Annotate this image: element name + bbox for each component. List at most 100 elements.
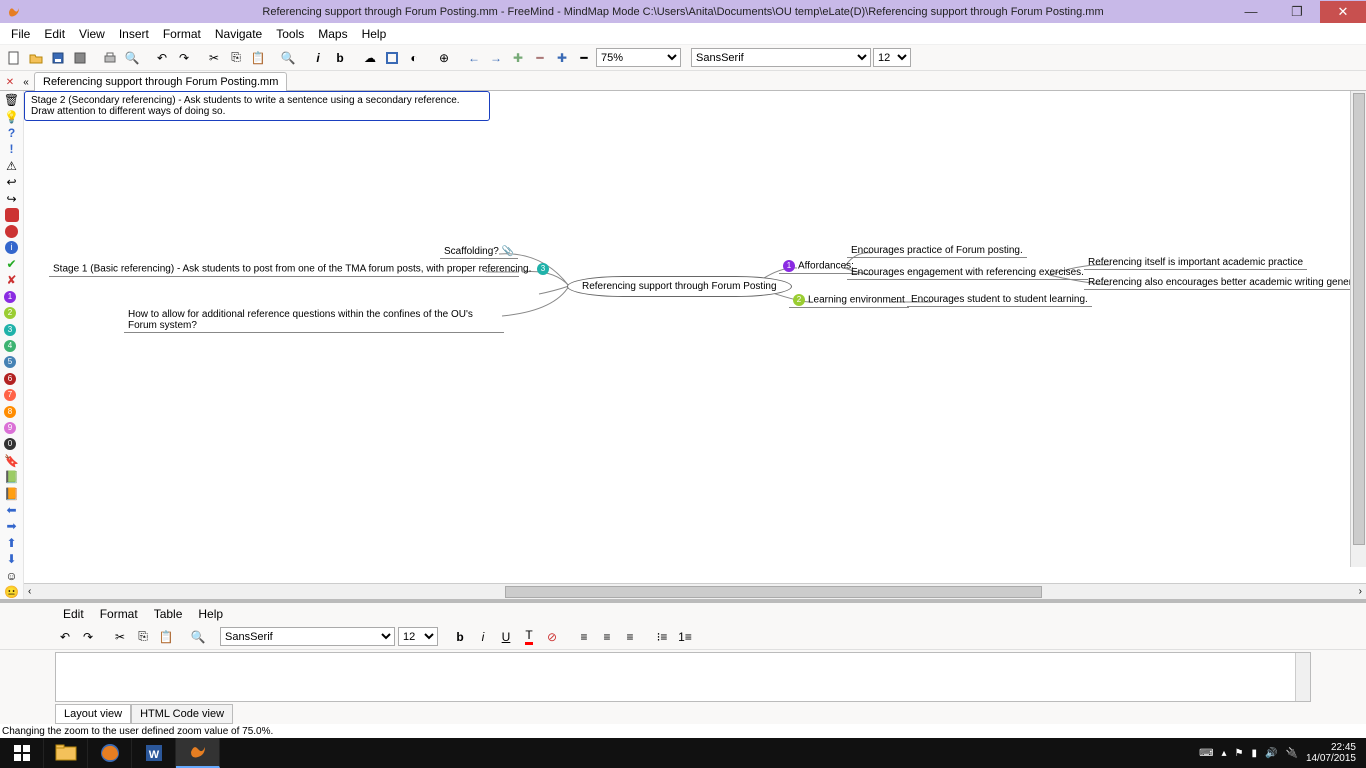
node-a21[interactable]: Referencing itself is important academic…	[1084, 256, 1307, 270]
prio7-icon[interactable]: 7	[3, 388, 21, 402]
editor-redo-icon[interactable]: ↷	[78, 627, 98, 647]
important-icon[interactable]: !	[3, 142, 21, 156]
warning-icon[interactable]: ⚠	[3, 159, 21, 173]
editor-clear-icon[interactable]: ⊘	[542, 627, 562, 647]
cloud-icon[interactable]: ☁	[360, 48, 380, 68]
start-button[interactable]	[0, 738, 44, 768]
editor-menu-help[interactable]: Help	[190, 607, 231, 621]
tray-time[interactable]: 22:45	[1306, 742, 1356, 753]
prio9-icon[interactable]: 9	[3, 421, 21, 435]
prio2-icon[interactable]: 2	[3, 306, 21, 320]
maximize-button[interactable]: ❐	[1274, 1, 1320, 23]
flag2-icon[interactable]: 📗	[3, 470, 21, 484]
node-stage1[interactable]: Stage 1 (Basic referencing) - Ask studen…	[49, 262, 519, 277]
editor-copy-icon[interactable]: ⎘	[133, 627, 153, 647]
prio1-icon[interactable]: 1	[3, 290, 21, 304]
help-icon[interactable]: ?	[3, 126, 21, 140]
info-icon[interactable]: i	[3, 241, 21, 255]
menu-navigate[interactable]: Navigate	[208, 27, 269, 41]
redo-icon[interactable]: ↷	[174, 48, 194, 68]
explorer-taskbar-icon[interactable]	[44, 738, 88, 768]
tray-up-icon[interactable]: ▴	[1222, 748, 1227, 759]
print-icon[interactable]	[100, 48, 120, 68]
preview-icon[interactable]: 🔍	[122, 48, 142, 68]
undo-icon[interactable]: ↶	[152, 48, 172, 68]
arrow-right-icon[interactable]: →	[486, 48, 506, 68]
save-icon[interactable]	[48, 48, 68, 68]
canvas-hscroll[interactable]: ‹›	[24, 583, 1366, 599]
saveas-icon[interactable]	[70, 48, 90, 68]
node-stage2-selected[interactable]: Stage 2 (Secondary referencing) - Ask st…	[24, 91, 490, 121]
editor-size-select[interactable]: 12	[398, 627, 438, 646]
bulb-icon[interactable]: 💡	[3, 109, 21, 123]
font-select[interactable]: SansSerif	[691, 48, 871, 67]
node-scaffolding[interactable]: Scaffolding? 📎	[440, 245, 518, 259]
editor-bullet-icon[interactable]: ⁝≡	[652, 627, 672, 647]
flag3-icon[interactable]: 📙	[3, 486, 21, 500]
menu-edit[interactable]: Edit	[37, 27, 72, 41]
node-remove-icon[interactable]: ━	[530, 48, 550, 68]
node-hold-icon[interactable]: ━	[574, 48, 594, 68]
tab-layout-view[interactable]: Layout view	[55, 704, 131, 724]
arrow-d-icon[interactable]: ⬇	[3, 552, 21, 566]
node-learning[interactable]: 2Learning environment	[789, 293, 909, 308]
volume-icon[interactable]: 🔊	[1265, 748, 1277, 759]
menu-help[interactable]: Help	[355, 27, 394, 41]
node-add-icon[interactable]: ✚	[508, 48, 528, 68]
prio6-icon[interactable]: 6	[3, 372, 21, 386]
menu-view[interactable]: View	[72, 27, 112, 41]
editor-alignc-icon[interactable]: ≡	[597, 627, 617, 647]
editor-undo-icon[interactable]: ↶	[55, 627, 75, 647]
editor-numlist-icon[interactable]: 1≡	[675, 627, 695, 647]
editor-italic-icon[interactable]: i	[473, 627, 493, 647]
prio5-icon[interactable]: 5	[3, 355, 21, 369]
copy-icon[interactable]: ⎘	[226, 48, 246, 68]
action-center-icon[interactable]: ⚑	[1235, 748, 1244, 759]
italic-icon[interactable]: i	[308, 48, 328, 68]
editor-menu-edit[interactable]: Edit	[55, 607, 92, 621]
node-a1[interactable]: Encourages practice of Forum posting.	[847, 244, 1027, 258]
flag1-icon[interactable]: 🔖	[3, 454, 21, 468]
blend-icon[interactable]: ◐	[404, 48, 424, 68]
node-sibling-icon[interactable]: ✚	[552, 48, 572, 68]
zoom-select[interactable]: 75%	[596, 48, 681, 67]
node-a2[interactable]: Encourages engagement with referencing e…	[847, 266, 1088, 280]
menu-maps[interactable]: Maps	[311, 27, 354, 41]
menu-file[interactable]: File	[4, 27, 37, 41]
prio4-icon[interactable]: 4	[3, 339, 21, 353]
menu-tools[interactable]: Tools	[269, 27, 311, 41]
editor-vscroll[interactable]	[1295, 653, 1310, 701]
arrow-r-icon[interactable]: ➡	[3, 519, 21, 533]
editor-font-select[interactable]: SansSerif	[220, 627, 395, 646]
open-icon[interactable]	[26, 48, 46, 68]
cut-icon[interactable]: ✂	[204, 48, 224, 68]
editor-color-icon[interactable]: T	[519, 627, 539, 647]
editor-paste-icon[interactable]: 📋	[156, 627, 176, 647]
editor-find-icon[interactable]: 🔍	[188, 627, 208, 647]
editor-menu-table[interactable]: Table	[146, 607, 191, 621]
keyboard-icon[interactable]: ⌨	[1199, 748, 1213, 759]
stop-icon[interactable]	[3, 208, 21, 222]
arrow-l-icon[interactable]: ⬅	[3, 503, 21, 517]
trash-icon[interactable]: 🗑	[3, 93, 21, 107]
forward-icon[interactable]: ↪	[3, 191, 21, 205]
editor-alignl-icon[interactable]: ≡	[574, 627, 594, 647]
neutral-icon[interactable]: 😐	[3, 585, 21, 599]
tab-html-view[interactable]: HTML Code view	[131, 704, 233, 724]
newchild-icon[interactable]: ⊕	[434, 48, 454, 68]
color-icon[interactable]	[382, 48, 402, 68]
prio3-icon[interactable]: 3	[3, 322, 21, 336]
find-icon[interactable]: 🔍	[278, 48, 298, 68]
editor-alignr-icon[interactable]: ≡	[620, 627, 640, 647]
arrow-u-icon[interactable]: ⬆	[3, 536, 21, 550]
node-a22[interactable]: Referencing also encourages better acade…	[1084, 276, 1366, 290]
prio8-icon[interactable]: 8	[3, 404, 21, 418]
editor-textarea[interactable]	[55, 652, 1311, 702]
network-icon[interactable]: ▮	[1252, 748, 1258, 759]
editor-underline-icon[interactable]: U	[496, 627, 516, 647]
tray-date[interactable]: 14/07/2015	[1306, 753, 1356, 764]
smile-icon[interactable]: ☺	[3, 568, 21, 582]
menu-insert[interactable]: Insert	[112, 27, 156, 41]
ok-icon[interactable]: ✔	[3, 257, 21, 271]
back-icon[interactable]: ↩	[3, 175, 21, 189]
